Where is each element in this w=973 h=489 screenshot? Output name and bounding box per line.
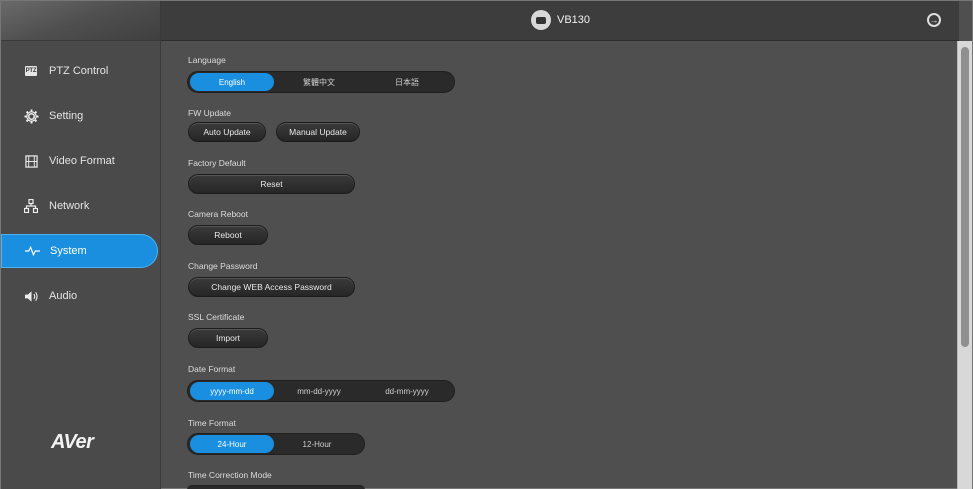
aver-logo: AVer [51, 431, 94, 453]
device-name: VB130 [557, 14, 591, 26]
vertical-scrollbar[interactable] [957, 41, 972, 489]
auto-update-button[interactable]: Auto Update [188, 122, 266, 142]
pulse-icon [24, 243, 40, 259]
language-option-english[interactable]: English [190, 73, 274, 91]
camera-reboot-label: Camera Reboot [188, 209, 249, 219]
import-button[interactable]: Import [188, 328, 268, 348]
sidebar-item-ptz-control[interactable]: PTZ PTZ Control [1, 54, 158, 88]
language-option-traditional-chinese[interactable]: 繁體中文 [274, 73, 364, 91]
time-format-option-24-hour[interactable]: 24-Hour [190, 435, 274, 453]
system-settings-panel: Language English 繁體中文 日本語 FW Update Auto… [161, 42, 959, 489]
camera-icon [531, 10, 551, 30]
scrollbar-thumb[interactable] [961, 47, 969, 347]
header-bar: VB130 → [161, 1, 959, 41]
sidebar-item-label: Audio [49, 290, 78, 302]
sidebar-item-label: Network [49, 200, 90, 212]
change-password-label: Change Password [188, 261, 258, 271]
sidebar: PTZ PTZ Control Setting Video Format Net… [1, 1, 161, 489]
sidebar-item-setting[interactable]: Setting [1, 99, 158, 133]
sidebar-item-label: System [50, 245, 87, 257]
device-indicator: VB130 [531, 10, 590, 30]
ssl-certificate-label: SSL Certificate [188, 312, 245, 322]
date-format-option-dd-mm-yyyy[interactable]: dd-mm-yyyy [364, 382, 450, 400]
sidebar-item-label: Setting [49, 110, 84, 122]
time-format-label: Time Format [188, 418, 236, 428]
date-format-label: Date Format [188, 364, 236, 374]
time-format-option-12-hour[interactable]: 12-Hour [274, 435, 360, 453]
manual-update-button[interactable]: Manual Update [276, 122, 360, 142]
reboot-button[interactable]: Reboot [188, 225, 268, 245]
date-format-option-yyyy-mm-dd[interactable]: yyyy-mm-dd [190, 382, 274, 400]
language-label: Language [188, 55, 226, 65]
time-correction-selector[interactable] [187, 485, 365, 489]
sidebar-item-system[interactable]: System [1, 234, 158, 268]
ptz-icon: PTZ [23, 63, 39, 79]
change-web-password-button[interactable]: Change WEB Access Password [188, 277, 355, 297]
sidebar-item-network[interactable]: Network [1, 189, 158, 223]
language-selector: English 繁體中文 日本語 [187, 71, 455, 93]
app-window: PTZ PTZ Control Setting Video Format Net… [0, 0, 973, 489]
gear-icon [23, 108, 39, 124]
time-format-selector: 24-Hour 12-Hour [187, 433, 365, 455]
date-format-selector: yyyy-mm-dd mm-dd-yyyy dd-mm-yyyy [187, 380, 455, 402]
sidebar-item-audio[interactable]: Audio [1, 279, 158, 313]
date-format-option-mm-dd-yyyy[interactable]: mm-dd-yyyy [274, 382, 364, 400]
film-icon [23, 153, 39, 169]
language-option-japanese[interactable]: 日本語 [364, 73, 450, 91]
sidebar-banner [1, 1, 160, 41]
time-correction-mode-label: Time Correction Mode [188, 470, 272, 480]
network-icon [23, 198, 39, 214]
speaker-icon [23, 288, 39, 304]
fw-update-label: FW Update [188, 108, 231, 118]
reset-button[interactable]: Reset [188, 174, 355, 194]
logout-icon[interactable]: → [927, 13, 941, 27]
factory-default-label: Factory Default [188, 158, 246, 168]
sidebar-item-label: PTZ Control [49, 65, 109, 77]
sidebar-item-video-format[interactable]: Video Format [1, 144, 158, 178]
sidebar-item-label: Video Format [49, 155, 115, 167]
ptz-icon-text: PTZ [24, 66, 38, 76]
